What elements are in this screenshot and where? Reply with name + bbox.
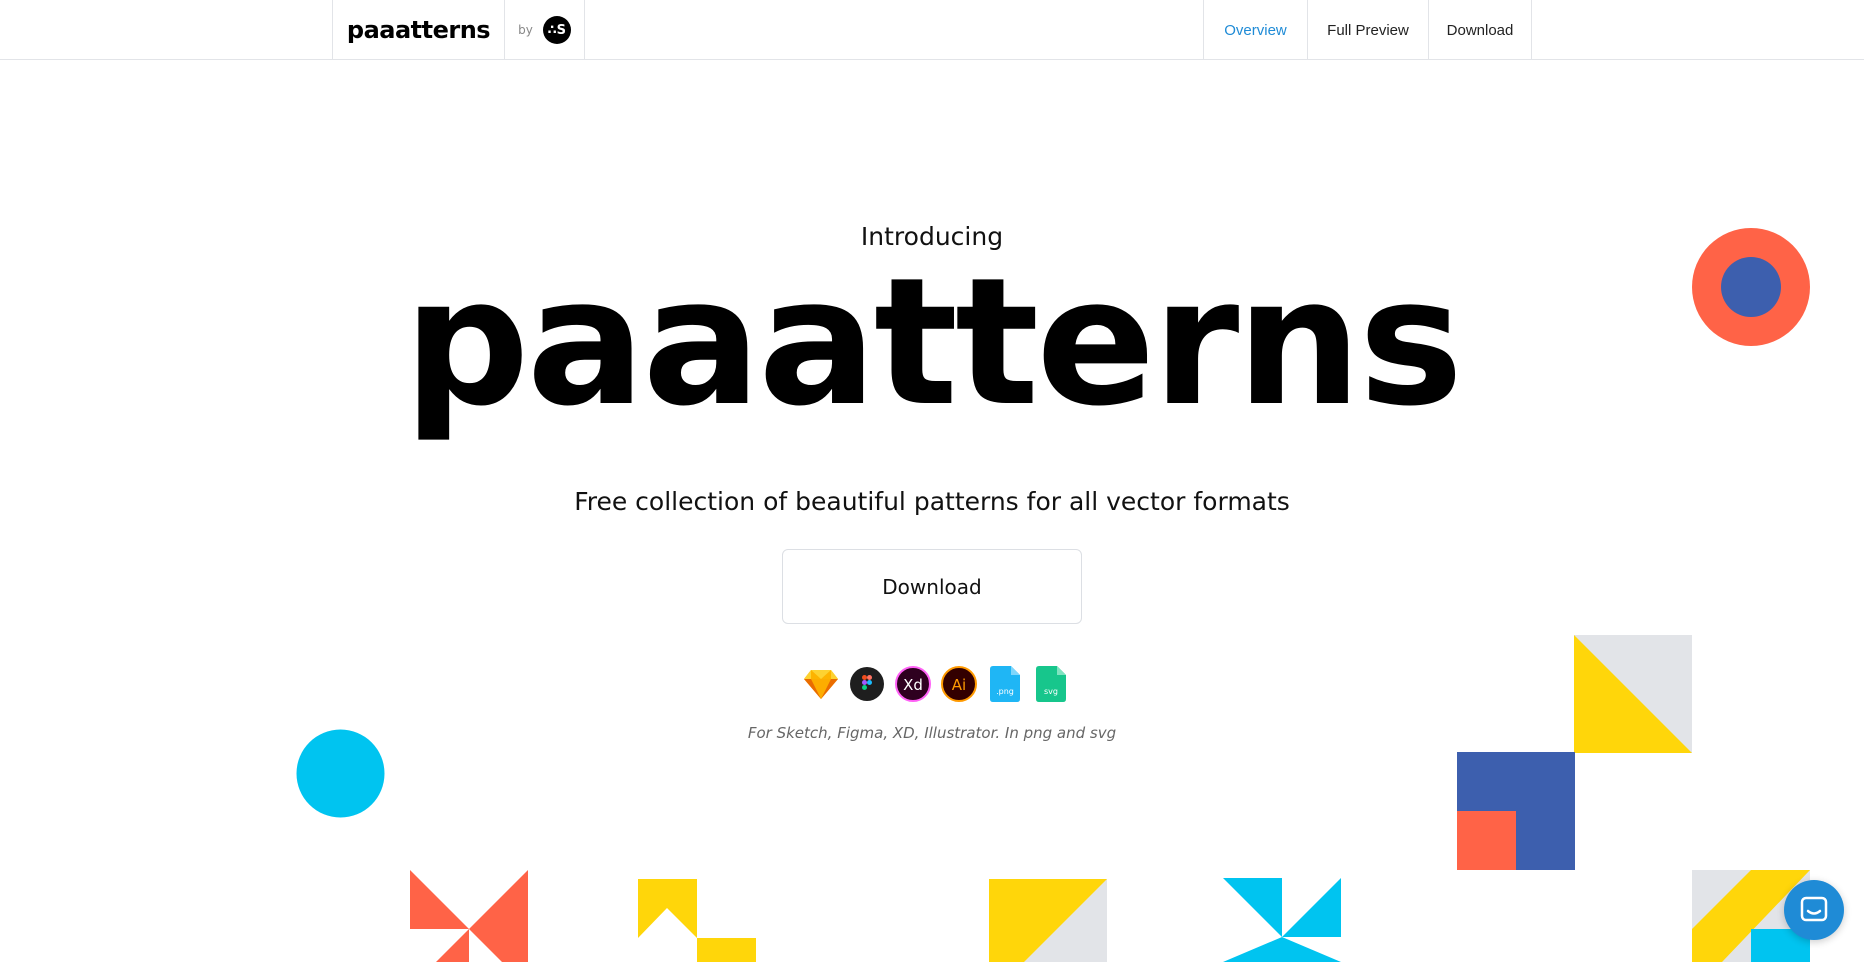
- by-label: by: [518, 23, 533, 37]
- nav-full-preview[interactable]: Full Preview: [1307, 0, 1428, 60]
- top-navigation-bar: paaatterns by ∴S Overview Full Preview D…: [0, 0, 1864, 60]
- yellow-steps-decoration: [638, 879, 756, 962]
- yellow-gray-tile-decoration: [989, 879, 1107, 962]
- author-logo-icon[interactable]: ∴S: [542, 16, 571, 44]
- figma-icon: [849, 666, 885, 702]
- chat-widget-button[interactable]: [1784, 880, 1844, 940]
- cyan-pinwheel-decoration: [1223, 878, 1341, 962]
- orange-ring-decoration: [1692, 228, 1810, 346]
- svg-text:svg: svg: [1044, 687, 1058, 696]
- cyan-circle-decoration: [296, 729, 385, 818]
- xd-icon: Xd: [895, 666, 931, 702]
- svg-text:.png: .png: [996, 687, 1014, 696]
- hero-subtitle: Free collection of beautiful patterns fo…: [574, 487, 1290, 516]
- format-icons: Xd Ai .png svg: [803, 665, 1069, 703]
- download-button[interactable]: Download: [782, 549, 1082, 624]
- nav-overview[interactable]: Overview: [1203, 0, 1307, 60]
- png-file-icon: .png: [987, 666, 1023, 702]
- main-nav: Overview Full Preview Download: [1203, 0, 1532, 60]
- navy-square-tile-decoration: [1457, 752, 1575, 870]
- nav-download[interactable]: Download: [1428, 0, 1532, 60]
- yellow-triangle-tile-decoration: [1574, 635, 1692, 753]
- svg-text:Xd: Xd: [903, 676, 923, 694]
- chat-icon: [1800, 896, 1828, 922]
- svg-file-icon: svg: [1033, 666, 1069, 702]
- sketch-icon: [803, 666, 839, 702]
- svg-text:Ai: Ai: [952, 676, 966, 694]
- author-credit[interactable]: by ∴S: [505, 0, 585, 60]
- brand-logo[interactable]: paaatterns: [332, 0, 505, 60]
- orange-pinwheel-decoration: [410, 870, 528, 962]
- hero-title: paaatterns: [403, 240, 1464, 445]
- illustrator-icon: Ai: [941, 666, 977, 702]
